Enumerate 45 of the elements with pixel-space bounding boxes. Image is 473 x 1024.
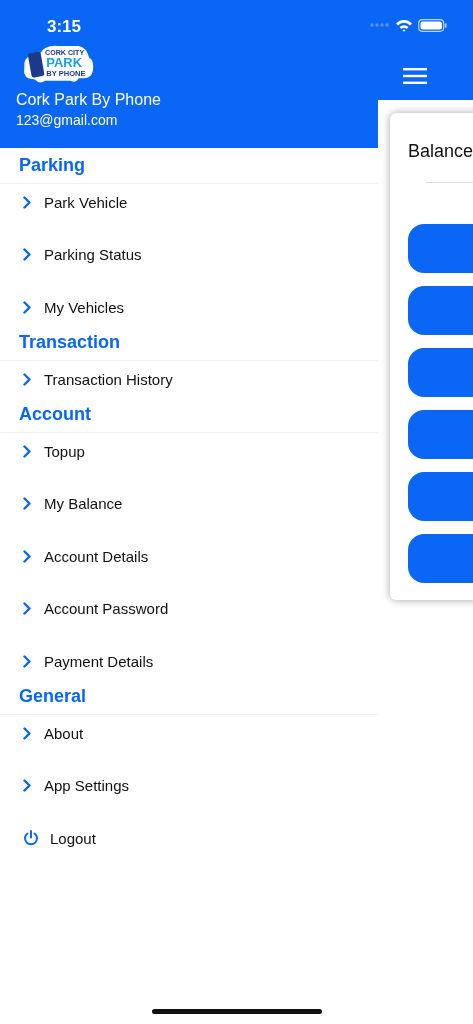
wifi-icon: [395, 18, 413, 32]
menu-item[interactable]: App Settings: [0, 767, 378, 804]
section-heading: Account: [19, 404, 91, 425]
app-name: Cork Park By Phone: [16, 90, 161, 110]
phone-icon: [27, 51, 45, 78]
signal-icon: [370, 23, 390, 27]
section-heading: Transaction: [19, 332, 121, 353]
chevron-icon: [23, 195, 31, 209]
section-heading: General: [19, 686, 87, 707]
menu-item[interactable]: Parking Status: [0, 236, 378, 273]
action-button[interactable]: [408, 410, 473, 459]
logo-text: PARK: [46, 54, 83, 70]
chevron-icon: [23, 248, 31, 261]
menu-item[interactable]: Transaction History: [0, 361, 378, 397]
menu-icon[interactable]: [403, 68, 427, 84]
battery-icon: [418, 18, 447, 32]
menu-item[interactable]: My Vehicles: [0, 289, 378, 325]
logo-text: BY PHONE: [46, 68, 86, 78]
menu-item[interactable]: My Balance: [0, 485, 378, 522]
action-button[interactable]: [408, 286, 473, 335]
action-button[interactable]: [408, 472, 473, 521]
section-heading: Parking: [19, 155, 86, 176]
menu-item[interactable]: Account Details: [0, 538, 378, 574]
chevron-icon: [23, 497, 31, 510]
menu-item[interactable]: Topup: [0, 433, 378, 469]
chevron-icon: [23, 779, 31, 792]
chevron-icon: [23, 726, 31, 740]
card-title: Balance: [408, 141, 473, 162]
user-email: 123@gmail.com: [16, 111, 118, 130]
power-icon: [23, 830, 39, 846]
action-button[interactable]: [408, 224, 473, 273]
menu-item[interactable]: Park Vehicle: [0, 184, 378, 220]
chevron-icon: [23, 549, 31, 563]
chevron-icon: [23, 372, 31, 386]
menu-item[interactable]: Account Password: [0, 590, 378, 627]
menu-item[interactable]: Payment Details: [0, 643, 378, 679]
logout-item[interactable]: Logout: [0, 820, 378, 856]
status-time: 3:15: [47, 16, 82, 37]
chevron-icon: [23, 602, 31, 615]
action-button[interactable]: [408, 348, 473, 397]
action-button[interactable]: [408, 534, 473, 583]
chevron-icon: [23, 300, 31, 314]
chevron-icon: [23, 444, 31, 458]
chevron-icon: [23, 654, 31, 668]
menu-item[interactable]: About: [0, 715, 378, 751]
